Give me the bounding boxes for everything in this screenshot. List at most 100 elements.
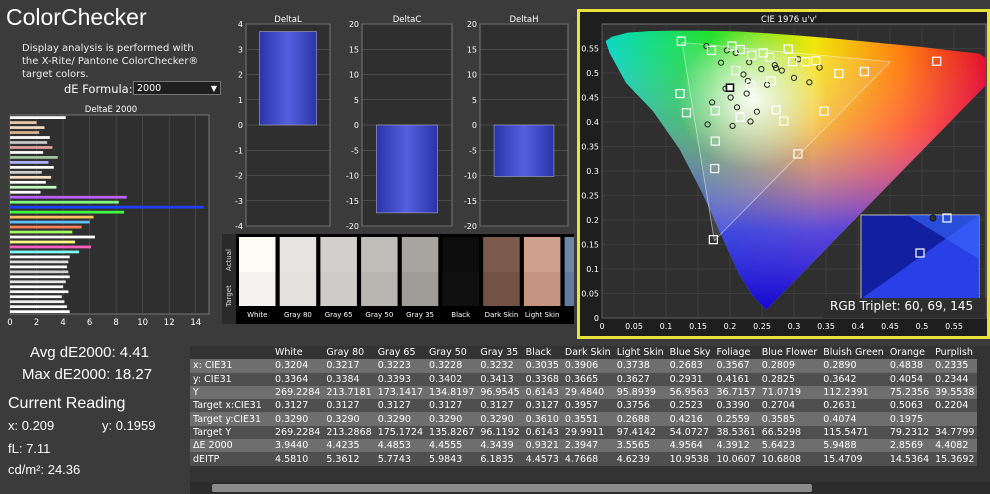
table-cell: 96.9545 <box>477 385 523 400</box>
table-cell: 0.3127 <box>426 399 478 413</box>
table-cell: 38.5361 <box>713 425 759 440</box>
deltae-bar <box>10 185 57 189</box>
table-cell: 112.2391 <box>820 385 887 400</box>
table-cell: 0.5063 <box>886 399 933 413</box>
swatch-target <box>523 272 561 306</box>
delta-tick-label: 0 <box>472 121 477 130</box>
cie-x-tick-label: 0.55 <box>945 322 963 331</box>
delta-tick-label: 10 <box>467 71 477 80</box>
swatch-label: Light Skin <box>525 311 560 319</box>
table-cell: 0.2931 <box>666 372 714 386</box>
table-row: ΔE 2000 3.9440 4.4235 4.4853 4.4555 4.3439 0.9… <box>190 439 978 453</box>
delta-tick-label: -20 <box>464 222 477 231</box>
table-cell: 4.4082 <box>932 439 978 453</box>
swatch-target <box>279 272 317 306</box>
current-reading-point <box>725 83 735 92</box>
swatch-label: Black <box>451 311 471 319</box>
row-label: Target x:CIE31 <box>190 399 272 413</box>
column-header: Gray 35 <box>480 347 519 359</box>
swatch-actual <box>320 237 357 272</box>
deltae-bar <box>10 126 45 129</box>
deltae-bar <box>10 180 46 184</box>
table-cell: 0.2344 <box>932 372 978 386</box>
target-side-label: Target <box>225 285 233 308</box>
table-cell: 4.4573 <box>522 452 562 466</box>
table-cell: 0.2631 <box>820 399 887 413</box>
deltae-bar <box>10 170 42 174</box>
current-y-readout: y: 0.1959 <box>102 418 156 433</box>
table-cell: 0.1975 <box>886 412 933 426</box>
table-cell: 14.5364 <box>886 452 933 466</box>
scrollbar-thumb[interactable] <box>212 484 812 492</box>
table-cell: 0.3393 <box>374 372 427 386</box>
delta-tick-label: 20 <box>467 20 477 29</box>
deltae-bar <box>10 245 91 249</box>
table-cell: 0.3290 <box>272 412 324 426</box>
measurement-table[interactable]: White Gray 80 Gray 65 Gray 50 Gray 35 Black Da… <box>190 346 990 494</box>
table-cell: 134.8197 <box>426 385 478 400</box>
table-cell: 0.2704 <box>758 399 821 413</box>
table-cell: 6.1835 <box>477 452 523 466</box>
delta-tick-label: -20 <box>346 222 359 231</box>
deltae-bar <box>10 275 70 279</box>
delta-bar <box>376 124 438 214</box>
cie-x-tick-label: 0.05 <box>625 322 643 331</box>
column-header: Orange <box>889 347 925 359</box>
swatch-label: Gray 65 <box>325 311 353 319</box>
swatch-actual <box>279 237 317 272</box>
delta-tick-label: -10 <box>464 172 477 181</box>
column-header: Gray 65 <box>377 347 416 359</box>
table-cell: 71.0719 <box>758 385 821 400</box>
table-cell: 0.3390 <box>713 399 759 413</box>
table-row: Y 269.2284 213.7181 173.1417 134.8197 96.9545… <box>190 385 978 400</box>
table-cell: 0.3567 <box>713 359 759 373</box>
table-cell: 5.9843 <box>426 452 478 466</box>
swatch-actual <box>483 237 520 272</box>
deltac-chart: DeltaC20151050-5-10-15-20 <box>346 15 453 231</box>
table-cell: 5.6423 <box>758 439 821 453</box>
cie-x-tick-label: 0.15 <box>689 322 707 331</box>
swatch-label: White <box>247 311 267 319</box>
app-title: ColorChecker <box>6 4 147 30</box>
deltae-tick-label: 12 <box>164 318 175 328</box>
deltae-tick-label: 10 <box>137 318 148 328</box>
deltae-bar <box>10 141 48 144</box>
table-cell: 173.1417 <box>374 385 427 400</box>
cie-x-tick-label: 0.4 <box>852 322 865 331</box>
column-header: Gray 80 <box>326 347 365 359</box>
delta-tick-label: -10 <box>346 172 359 181</box>
column-header: Dark Skin <box>564 347 611 359</box>
column-header: Blue Flower <box>761 347 818 359</box>
cie-diagram: CIE 1976 u'v' 0 0.05 0.1 0.15 0.2 0.25 0.3 0.35… <box>577 9 990 339</box>
swatch-target <box>564 272 574 306</box>
table-cell: 0.3627 <box>613 372 667 386</box>
table-cell: 0.3127 <box>374 399 427 413</box>
delta-bar <box>259 31 317 126</box>
cie-y-tick-label: 0.25 <box>581 192 599 201</box>
table-cell: 0.3610 <box>522 412 562 426</box>
formula-select[interactable]: 2000 ▼ <box>133 81 221 95</box>
cie-y-tick-label: 0 <box>594 314 599 323</box>
deltae-bar <box>10 270 69 274</box>
table-row: dEITP 4.5810 5.3612 5.7743 5.9843 6.1835 4.457… <box>190 452 978 466</box>
table-cell: 96.1192 <box>477 425 523 440</box>
table-row: Target y:CIE31 0.3290 0.3290 0.3290 0.3290 0.… <box>190 412 978 426</box>
cie-x-tick-label: 0.25 <box>753 322 771 331</box>
table-cell: 0.2559 <box>713 412 759 426</box>
table-horizontal-scrollbar[interactable] <box>190 482 990 494</box>
table-cell: 97.4142 <box>613 425 667 440</box>
table-cell: 0.3204 <box>272 359 324 373</box>
table-cell: 213.7181 <box>323 385 375 400</box>
table-cell: 3.5565 <box>613 439 667 453</box>
table-cell: 34.7799 <box>932 425 978 440</box>
delta-tick-label: 0 <box>354 121 359 130</box>
table-cell: 269.2284 <box>272 425 324 440</box>
deltae-bar <box>10 195 127 199</box>
table-cell: 4.9564 <box>666 439 714 453</box>
swatch-target <box>239 272 276 306</box>
table-cell: 4.3912 <box>713 439 759 453</box>
table-cell: 4.6239 <box>613 452 667 466</box>
table-row: Target Y 269.2284 213.2868 175.1724 135.8267… <box>190 425 978 440</box>
table-cell: 0.2523 <box>666 399 714 413</box>
table-cell: 0.2809 <box>758 359 821 373</box>
